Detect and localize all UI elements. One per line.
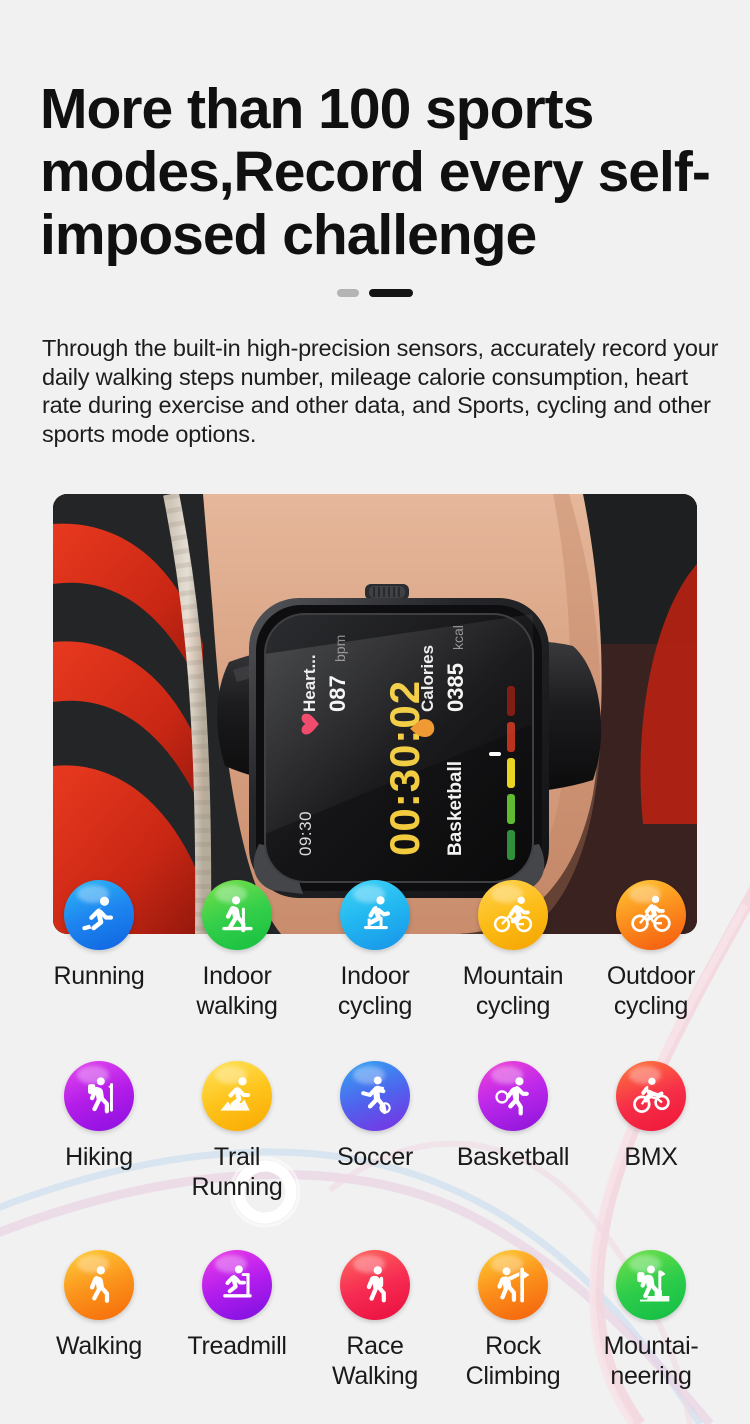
basketball-icon <box>478 1061 548 1131</box>
soccer-icon <box>340 1061 410 1131</box>
sport-mode-label: Outdoor cycling <box>606 962 696 1020</box>
indoor-walking-icon <box>202 880 272 950</box>
sport-mode-label: BMX <box>624 1143 678 1171</box>
sport-mode-trail-running[interactable]: Trail Running <box>168 1061 306 1202</box>
sport-mode-walking[interactable]: Walking <box>30 1250 168 1361</box>
sport-mode-label: Rock Climbing <box>465 1332 561 1390</box>
sport-mode-running[interactable]: Running <box>30 880 168 991</box>
sport-mode-race-walking[interactable]: Race Walking <box>306 1250 444 1391</box>
sport-mode-label: Hiking <box>65 1143 133 1171</box>
sport-mode-label: Mountai-neering <box>603 1332 699 1390</box>
mountaineering-icon <box>616 1250 686 1320</box>
sports-modes-row-3: Walking Treadmill Race Walking Rock Clim… <box>0 1250 750 1391</box>
sport-mode-label: Mountain cycling <box>462 962 564 1020</box>
sport-mode-mountain-cycling[interactable]: Mountain cycling <box>444 880 582 1021</box>
sport-mode-basketball[interactable]: Basketball <box>444 1061 582 1172</box>
sport-mode-label: Running <box>53 962 145 990</box>
sport-mode-mountaineering[interactable]: Mountai-neering <box>582 1250 720 1391</box>
sport-mode-label: Walking <box>56 1332 142 1360</box>
running-icon <box>64 880 134 950</box>
page-title: More than 100 sports modes,Record every … <box>40 77 711 267</box>
page-indicator-1[interactable] <box>337 289 359 297</box>
description-paragraph: Through the built-in high-precision sens… <box>42 335 719 447</box>
treadmill-icon <box>202 1250 272 1320</box>
sport-mode-outdoor-cycling[interactable]: Outdoor cycling <box>582 880 720 1021</box>
rock-climbing-icon <box>478 1250 548 1320</box>
race-walking-icon <box>340 1250 410 1320</box>
sports-modes-row-1: Running Indoor walking Indoor cycling Mo… <box>0 880 750 1021</box>
sports-modes-page: More than 100 sports modes,Record every … <box>0 0 750 1424</box>
sport-mode-treadmill[interactable]: Treadmill <box>168 1250 306 1361</box>
sport-mode-indoor-cycling[interactable]: Indoor cycling <box>306 880 444 1021</box>
page-indicator-2[interactable] <box>369 289 413 297</box>
sport-mode-label: Treadmill <box>187 1332 287 1360</box>
sport-mode-soccer[interactable]: Soccer <box>306 1061 444 1172</box>
sport-mode-label: Basketball <box>456 1143 570 1171</box>
mountain-cycling-icon <box>478 880 548 950</box>
sport-mode-label: Soccer <box>336 1143 413 1171</box>
sport-mode-label: Race Walking <box>332 1332 418 1390</box>
sport-mode-label: Trail Running <box>191 1143 283 1201</box>
sports-modes-grid: Running Indoor walking Indoor cycling Mo… <box>0 880 750 1391</box>
sport-mode-label: Indoor walking <box>196 962 278 1020</box>
pagination-indicator[interactable] <box>0 289 750 297</box>
trail-running-icon <box>202 1061 272 1131</box>
bmx-icon <box>616 1061 686 1131</box>
hiking-icon <box>64 1061 134 1131</box>
outdoor-cycling-icon <box>616 880 686 950</box>
hero-photo-watch-on-wrist: 09:30 Basketball 00:30:02 Heart... 087 b… <box>53 494 697 934</box>
sport-mode-indoor-walking[interactable]: Indoor walking <box>168 880 306 1021</box>
walking-icon <box>64 1250 134 1320</box>
svg-text:Basketball: Basketball <box>445 761 466 856</box>
sport-mode-label: Indoor cycling <box>337 962 413 1020</box>
sport-mode-hiking[interactable]: Hiking <box>30 1061 168 1172</box>
indoor-cycling-icon <box>340 880 410 950</box>
hero-photo-illustration: 09:30 Basketball 00:30:02 Heart... 087 b… <box>53 494 697 934</box>
sport-mode-bmx[interactable]: BMX <box>582 1061 720 1172</box>
sport-mode-rock-climbing[interactable]: Rock Climbing <box>444 1250 582 1391</box>
sports-modes-row-2: Hiking Trail Running Soccer Basketball B… <box>0 1061 750 1202</box>
